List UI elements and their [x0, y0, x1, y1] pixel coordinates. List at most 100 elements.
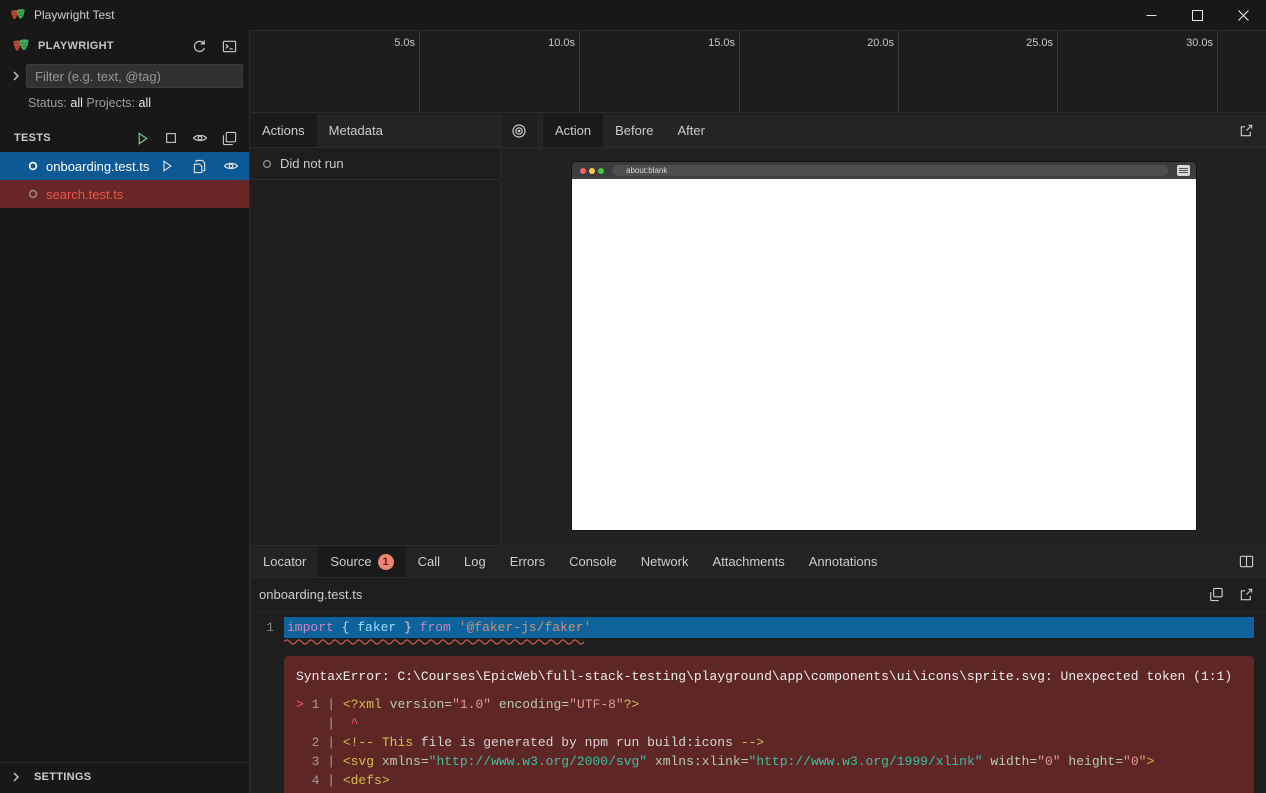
address-url: about:blank	[626, 166, 667, 175]
minimize-button[interactable]	[1128, 0, 1174, 30]
run-test-button[interactable]	[157, 156, 177, 176]
split-view-icon	[1239, 554, 1254, 569]
frame-line: 2 | <!-- This file is generated by npm r…	[296, 733, 1242, 752]
filter-row	[0, 62, 249, 90]
tab-source-label: Source	[330, 554, 371, 569]
tab-network[interactable]: Network	[629, 546, 701, 577]
frame-line: 3 | <svg xmlns="http://www.w3.org/2000/s…	[296, 752, 1242, 771]
playwright-ui-window: Playwright Test	[0, 0, 1266, 793]
tab-log-label: Log	[464, 554, 486, 569]
open-source-external-button[interactable]	[1236, 585, 1256, 605]
timeline-tick: 20.0s	[740, 31, 899, 112]
titlebar: Playwright Test	[0, 0, 1266, 30]
playwright-logo-icon	[10, 7, 26, 23]
tab-call[interactable]: Call	[406, 546, 452, 577]
test-file-row-search[interactable]: search.test.ts	[0, 180, 249, 208]
browser-menu-icon	[1177, 165, 1190, 176]
playwright-section-header: PLAYWRIGHT	[0, 30, 249, 62]
tab-call-label: Call	[418, 554, 440, 569]
projects-label: Projects:	[86, 96, 135, 110]
tab-action-snapshot[interactable]: Action	[543, 114, 603, 147]
frame-line: | ^	[296, 714, 1242, 733]
close-light-icon	[580, 168, 586, 174]
reload-tests-button[interactable]	[189, 36, 209, 56]
filter-input[interactable]	[26, 64, 243, 88]
tab-before-label: Before	[615, 123, 653, 138]
copy-source-button[interactable]	[1206, 585, 1226, 605]
syntax-error-box: SyntaxError: C:\Courses\EpicWeb\full-sta…	[284, 656, 1254, 793]
external-link-icon	[1239, 123, 1254, 138]
timeline[interactable]: 5.0s 10.0s 15.0s 20.0s 25.0s 30.0s	[250, 30, 1266, 113]
close-button[interactable]	[1220, 0, 1266, 30]
tab-errors[interactable]: Errors	[498, 546, 557, 577]
tab-annotations-label: Annotations	[809, 554, 878, 569]
actions-panel: Actions Metadata Did not run	[250, 114, 500, 545]
playwright-masks-icon	[12, 37, 30, 55]
error-message: SyntaxError: C:\Courses\EpicWeb\full-sta…	[296, 667, 1242, 686]
run-all-button[interactable]	[132, 128, 152, 148]
chevron-right-icon[interactable]	[6, 71, 26, 81]
source-viewer[interactable]: 1 import { faker } from '@faker-js/faker…	[251, 612, 1266, 793]
source-filename: onboarding.test.ts	[259, 587, 362, 602]
tab-actions[interactable]: Actions	[250, 114, 317, 147]
line-number: 1	[251, 617, 284, 638]
tab-locator-label: Locator	[263, 554, 306, 569]
circle-status-icon	[262, 159, 272, 169]
terminal-button[interactable]	[219, 36, 239, 56]
tab-log[interactable]: Log	[452, 546, 498, 577]
watch-all-button[interactable]	[190, 128, 210, 148]
test-file-name: onboarding.test.ts	[46, 159, 149, 174]
maximize-light-icon	[598, 168, 604, 174]
projects-value[interactable]: all	[139, 96, 152, 110]
test-file-row-onboarding[interactable]: onboarding.test.ts	[0, 152, 249, 180]
actions-empty-state: Did not run	[250, 148, 500, 180]
timeline-tick: 5.0s	[250, 31, 420, 112]
source-file-bar: onboarding.test.ts	[251, 578, 1266, 612]
details-tabbar: Locator Source 1 Call Log Errors Console…	[251, 546, 1266, 578]
tab-network-label: Network	[641, 554, 689, 569]
tab-after-label: After	[677, 123, 704, 138]
tests-section-header: TESTS	[0, 124, 249, 152]
tab-attachments[interactable]: Attachments	[700, 546, 796, 577]
error-squiggle	[284, 638, 1266, 647]
split-view-button[interactable]	[1236, 552, 1256, 572]
traffic-lights	[580, 168, 604, 174]
tab-source[interactable]: Source 1	[318, 546, 405, 577]
open-source-file-button[interactable]	[189, 156, 209, 176]
stop-button[interactable]	[161, 128, 181, 148]
tab-console-label: Console	[569, 554, 617, 569]
collapse-all-button[interactable]	[219, 128, 239, 148]
test-file-name: search.test.ts	[46, 187, 123, 202]
timeline-tick: 30.0s	[1058, 31, 1218, 112]
tab-locator[interactable]: Locator	[251, 546, 318, 577]
maximize-button[interactable]	[1174, 0, 1220, 30]
tab-console[interactable]: Console	[557, 546, 629, 577]
frame-line: 4 | <defs>	[296, 771, 1242, 790]
tests-header-title: TESTS	[14, 132, 51, 144]
tab-before-snapshot[interactable]: Before	[603, 114, 665, 147]
timeline-tick: 15.0s	[580, 31, 740, 112]
tab-attachments-label: Attachments	[712, 554, 784, 569]
tab-after-snapshot[interactable]: After	[665, 114, 716, 147]
tab-annotations[interactable]: Annotations	[797, 546, 890, 577]
tab-metadata[interactable]: Metadata	[317, 114, 395, 147]
timeline-tick: 10.0s	[420, 31, 580, 112]
snapshot-toolbar: Action Before After	[501, 114, 1266, 148]
source-code-highlighted: import { faker } from '@faker-js/faker'	[284, 617, 1254, 638]
pick-locator-button[interactable]	[501, 114, 537, 147]
browser-page-content	[572, 179, 1196, 530]
address-bar: about:blank	[612, 165, 1168, 176]
test-status-circle-icon	[28, 161, 38, 171]
minimize-light-icon	[589, 168, 595, 174]
timeline-tick-label: 25.0s	[1026, 37, 1053, 49]
status-value[interactable]: all	[70, 96, 83, 110]
status-row: Status: all Projects: all	[0, 90, 249, 116]
settings-section[interactable]: SETTINGS	[0, 762, 249, 790]
watch-test-button[interactable]	[221, 156, 241, 176]
source-line-1: 1 import { faker } from '@faker-js/faker…	[251, 617, 1266, 638]
open-snapshot-external-button[interactable]	[1236, 121, 1256, 141]
tab-actions-label: Actions	[262, 123, 305, 138]
tab-action-label: Action	[555, 123, 591, 138]
sidebar: PLAYWRIGHT	[0, 30, 250, 793]
sidebar-section-title: PLAYWRIGHT	[38, 40, 114, 52]
